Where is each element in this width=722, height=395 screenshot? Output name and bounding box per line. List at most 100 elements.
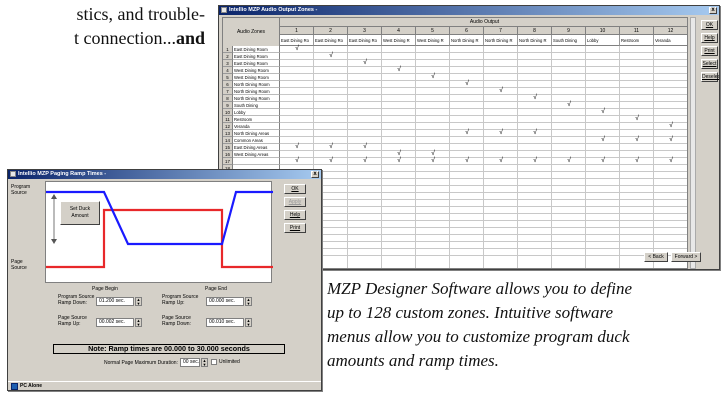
help-button[interactable]: Help xyxy=(701,33,718,43)
audio-window-titlebar[interactable]: Intellio MZP Audio Output Zones - x xyxy=(219,6,719,15)
route-check-icon[interactable]: √ xyxy=(327,52,335,59)
zone-row-name[interactable]: North Dining Areas xyxy=(233,130,280,137)
computer-icon xyxy=(11,383,18,390)
prog-ramp-down-input[interactable]: 01.200 sec. xyxy=(96,297,134,306)
route-check-icon[interactable]: √ xyxy=(633,157,641,164)
route-check-icon[interactable]: √ xyxy=(327,157,335,164)
output-column-header[interactable]: North Dining R xyxy=(484,35,518,46)
route-check-icon[interactable]: √ xyxy=(429,157,437,164)
route-check-icon[interactable]: √ xyxy=(395,150,403,157)
route-check-icon[interactable]: √ xyxy=(429,73,437,80)
route-check-icon[interactable]: √ xyxy=(497,87,505,94)
route-check-icon[interactable]: √ xyxy=(293,157,301,164)
route-check-icon[interactable]: √ xyxy=(633,115,641,122)
output-column-header[interactable]: Restroom xyxy=(620,35,654,46)
route-check-icon[interactable]: √ xyxy=(497,129,505,136)
output-column-number: 2 xyxy=(314,27,348,35)
page-ramp-up-stepper[interactable]: ▲ ▼ xyxy=(135,318,142,327)
zone-row-name[interactable]: West Dining Room xyxy=(233,74,280,81)
zone-row-name[interactable]: Lobby xyxy=(233,109,280,116)
output-column-number: 1 xyxy=(280,27,314,35)
route-check-icon[interactable]: √ xyxy=(565,101,573,108)
route-check-icon[interactable]: √ xyxy=(565,157,573,164)
close-icon[interactable]: x xyxy=(311,171,319,178)
ok-button[interactable]: OK xyxy=(284,184,306,194)
route-check-icon[interactable]: √ xyxy=(395,66,403,73)
output-column-number: 4 xyxy=(382,27,416,35)
zone-row-name[interactable]: East Dining Room xyxy=(233,60,280,67)
grid-scrollbar[interactable] xyxy=(690,17,696,269)
route-check-icon[interactable]: √ xyxy=(531,94,539,101)
route-check-icon[interactable]: √ xyxy=(463,129,471,136)
route-check-icon[interactable]: √ xyxy=(667,157,675,164)
route-check-icon[interactable]: √ xyxy=(361,143,369,150)
route-check-icon[interactable]: √ xyxy=(599,108,607,115)
output-column-header[interactable]: Lobby xyxy=(586,35,620,46)
output-column-header[interactable]: East Dining Ro xyxy=(314,35,348,46)
output-column-header[interactable]: North Dining R xyxy=(518,35,552,46)
zone-row-name[interactable]: North Dining Room xyxy=(233,95,280,102)
ok-button[interactable]: OK xyxy=(701,20,718,30)
route-check-icon[interactable]: √ xyxy=(293,143,301,150)
page-begin-label: Page Begin xyxy=(92,286,118,292)
apply-button[interactable]: Apply xyxy=(284,197,306,207)
output-column-header[interactable]: West Dining R xyxy=(416,35,450,46)
route-check-icon[interactable]: √ xyxy=(667,122,675,129)
zone-row-name[interactable]: West Dining Room xyxy=(233,67,280,74)
route-check-icon[interactable]: √ xyxy=(531,157,539,164)
zone-row-name[interactable]: North Dining Room xyxy=(233,88,280,95)
route-check-icon[interactable]: √ xyxy=(667,136,675,143)
route-check-icon[interactable]: √ xyxy=(395,157,403,164)
ramp-window-titlebar[interactable]: Intellio MZP Paging Ramp Times - x xyxy=(8,170,321,179)
output-column-header[interactable]: South Dining xyxy=(552,35,586,46)
zone-row-name[interactable]: East Dining Room xyxy=(233,46,280,53)
max-duration-input[interactable]: 00 sec. xyxy=(180,358,200,367)
back-button[interactable]: < Back xyxy=(644,252,668,262)
app-icon xyxy=(10,171,16,177)
intro-line-1: stics, and trouble- xyxy=(76,4,205,24)
prog-ramp-down-stepper[interactable]: ▲ ▼ xyxy=(135,297,142,306)
prog-ramp-up-stepper[interactable]: ▲ ▼ xyxy=(245,297,252,306)
prog-ramp-up-input[interactable]: 00.000 sec. xyxy=(206,297,244,306)
route-check-icon[interactable]: √ xyxy=(531,129,539,136)
route-check-icon[interactable]: √ xyxy=(361,157,369,164)
route-check-icon[interactable]: √ xyxy=(429,150,437,157)
output-column-header[interactable]: East Dining Ro xyxy=(348,35,382,46)
page-ramp-down-input[interactable]: 00.010 sec. xyxy=(206,318,244,327)
select-button[interactable]: Select xyxy=(701,59,718,69)
help-button[interactable]: Help xyxy=(284,210,306,220)
intro-copy: stics, and trouble- t connection...and xyxy=(0,2,205,50)
output-column-header[interactable]: West Dining R xyxy=(382,35,416,46)
zone-row-name[interactable] xyxy=(233,158,280,165)
set-duck-amount-button[interactable]: Set Duck Amount xyxy=(60,201,100,225)
unlimited-checkbox[interactable] xyxy=(211,359,217,365)
route-check-icon[interactable]: √ xyxy=(599,136,607,143)
close-icon[interactable]: x xyxy=(709,7,717,14)
route-check-icon[interactable]: √ xyxy=(327,143,335,150)
page-ramp-down-stepper[interactable]: ▲ ▼ xyxy=(245,318,252,327)
print-button[interactable]: Print xyxy=(701,46,718,56)
page-ramp-up-input[interactable]: 00.002 sec. xyxy=(96,318,134,327)
route-check-icon[interactable]: √ xyxy=(633,136,641,143)
max-duration-stepper[interactable]: ▲ ▼ xyxy=(201,358,208,367)
zone-row-name[interactable]: Restroom xyxy=(233,116,280,123)
intro-line-2-text: t connection... xyxy=(73,28,176,48)
route-check-icon[interactable]: √ xyxy=(497,157,505,164)
route-check-icon[interactable]: √ xyxy=(599,157,607,164)
route-check-icon[interactable]: √ xyxy=(361,59,369,66)
route-check-icon[interactable]: √ xyxy=(463,157,471,164)
output-column-header[interactable]: Veranda xyxy=(654,35,687,46)
forward-button[interactable]: Forward > xyxy=(671,252,701,262)
route-check-icon[interactable]: √ xyxy=(463,80,471,87)
zone-row-name[interactable]: Common Areas xyxy=(233,137,280,144)
zone-row-name[interactable]: Veranda xyxy=(233,123,280,130)
zone-row-name[interactable]: South Dining xyxy=(233,102,280,109)
route-check-icon[interactable]: √ xyxy=(293,45,301,52)
output-column-header[interactable]: North Dining R xyxy=(450,35,484,46)
zone-row-name[interactable]: East Dining Room xyxy=(233,53,280,60)
zone-row-name[interactable]: East Dining Areas xyxy=(233,144,280,151)
print-button[interactable]: Print xyxy=(284,223,306,233)
zone-row-name[interactable]: West Dining Areas xyxy=(233,151,280,158)
deselect-button[interactable]: Deselect xyxy=(701,72,719,82)
zone-row-name[interactable]: North Dining Room xyxy=(233,81,280,88)
